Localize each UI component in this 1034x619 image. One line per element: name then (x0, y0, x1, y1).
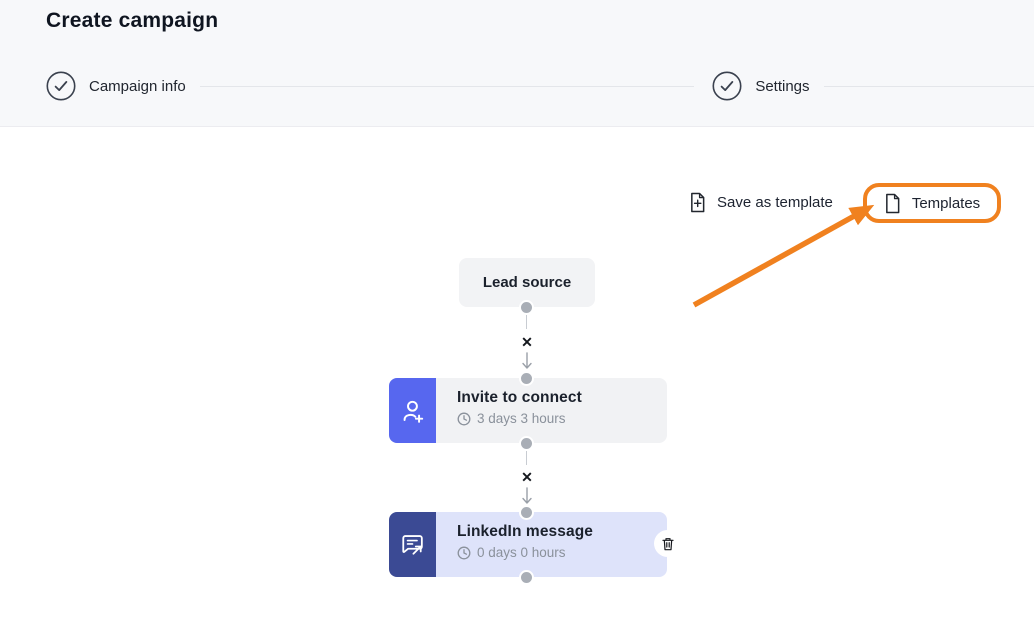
save-as-template-button[interactable]: Save as template (689, 188, 833, 216)
node-delay-text: 3 days 3 hours (477, 411, 566, 426)
connector-remove-button[interactable]: ✕ (517, 335, 537, 349)
node-body: LinkedIn message 0 days 0 hours (436, 512, 667, 577)
connector-dot (519, 300, 534, 315)
connector-dot (519, 570, 534, 585)
connector-dot (519, 505, 534, 520)
templates-highlight-ring: Templates (863, 183, 1001, 223)
connector-line (526, 451, 527, 465)
invite-to-connect-node[interactable]: Invite to connect 3 days 3 hours (389, 378, 667, 443)
step-label: Settings (755, 78, 809, 95)
page-title: Create campaign (46, 9, 218, 33)
save-as-template-label: Save as template (717, 194, 833, 211)
file-plus-icon (689, 192, 706, 213)
node-delay: 0 days 0 hours (457, 545, 667, 560)
node-title: LinkedIn message (457, 523, 667, 541)
step-campaign-info[interactable]: Campaign info (46, 71, 186, 101)
check-icon (712, 71, 742, 101)
chat-bubble-arrow-icon (389, 512, 436, 577)
header: Create campaign Campaign info Settings (0, 0, 1034, 127)
step-settings[interactable]: Settings (712, 71, 809, 101)
node-body: Invite to connect 3 days 3 hours (436, 378, 667, 443)
step-label: Campaign info (89, 78, 186, 95)
step-connector-line (824, 86, 1034, 87)
create-campaign-screen: Create campaign Campaign info Settings (0, 0, 1034, 619)
clock-icon (457, 412, 471, 426)
node-delay-text: 0 days 0 hours (477, 545, 566, 560)
file-icon (884, 193, 901, 214)
delete-node-button[interactable] (654, 530, 681, 557)
lead-source-label: Lead source (483, 274, 571, 291)
connector-line (526, 315, 527, 329)
clock-icon (457, 546, 471, 560)
check-icon (46, 71, 76, 101)
linkedin-message-node[interactable]: LinkedIn message 0 days 0 hours (389, 512, 667, 577)
step-connector-line (200, 86, 695, 87)
arrow-down-icon (521, 487, 533, 507)
user-plus-icon (389, 378, 436, 443)
node-title: Invite to connect (457, 389, 667, 407)
connector-remove-button[interactable]: ✕ (517, 470, 537, 484)
connector-dot (519, 371, 534, 386)
connector-dot (519, 436, 534, 451)
trash-icon (660, 536, 676, 552)
arrow-down-icon (521, 352, 533, 372)
stepper: Campaign info Settings (46, 70, 1034, 102)
node-delay: 3 days 3 hours (457, 411, 667, 426)
templates-button[interactable]: Templates (878, 187, 986, 219)
templates-label: Templates (912, 195, 980, 212)
